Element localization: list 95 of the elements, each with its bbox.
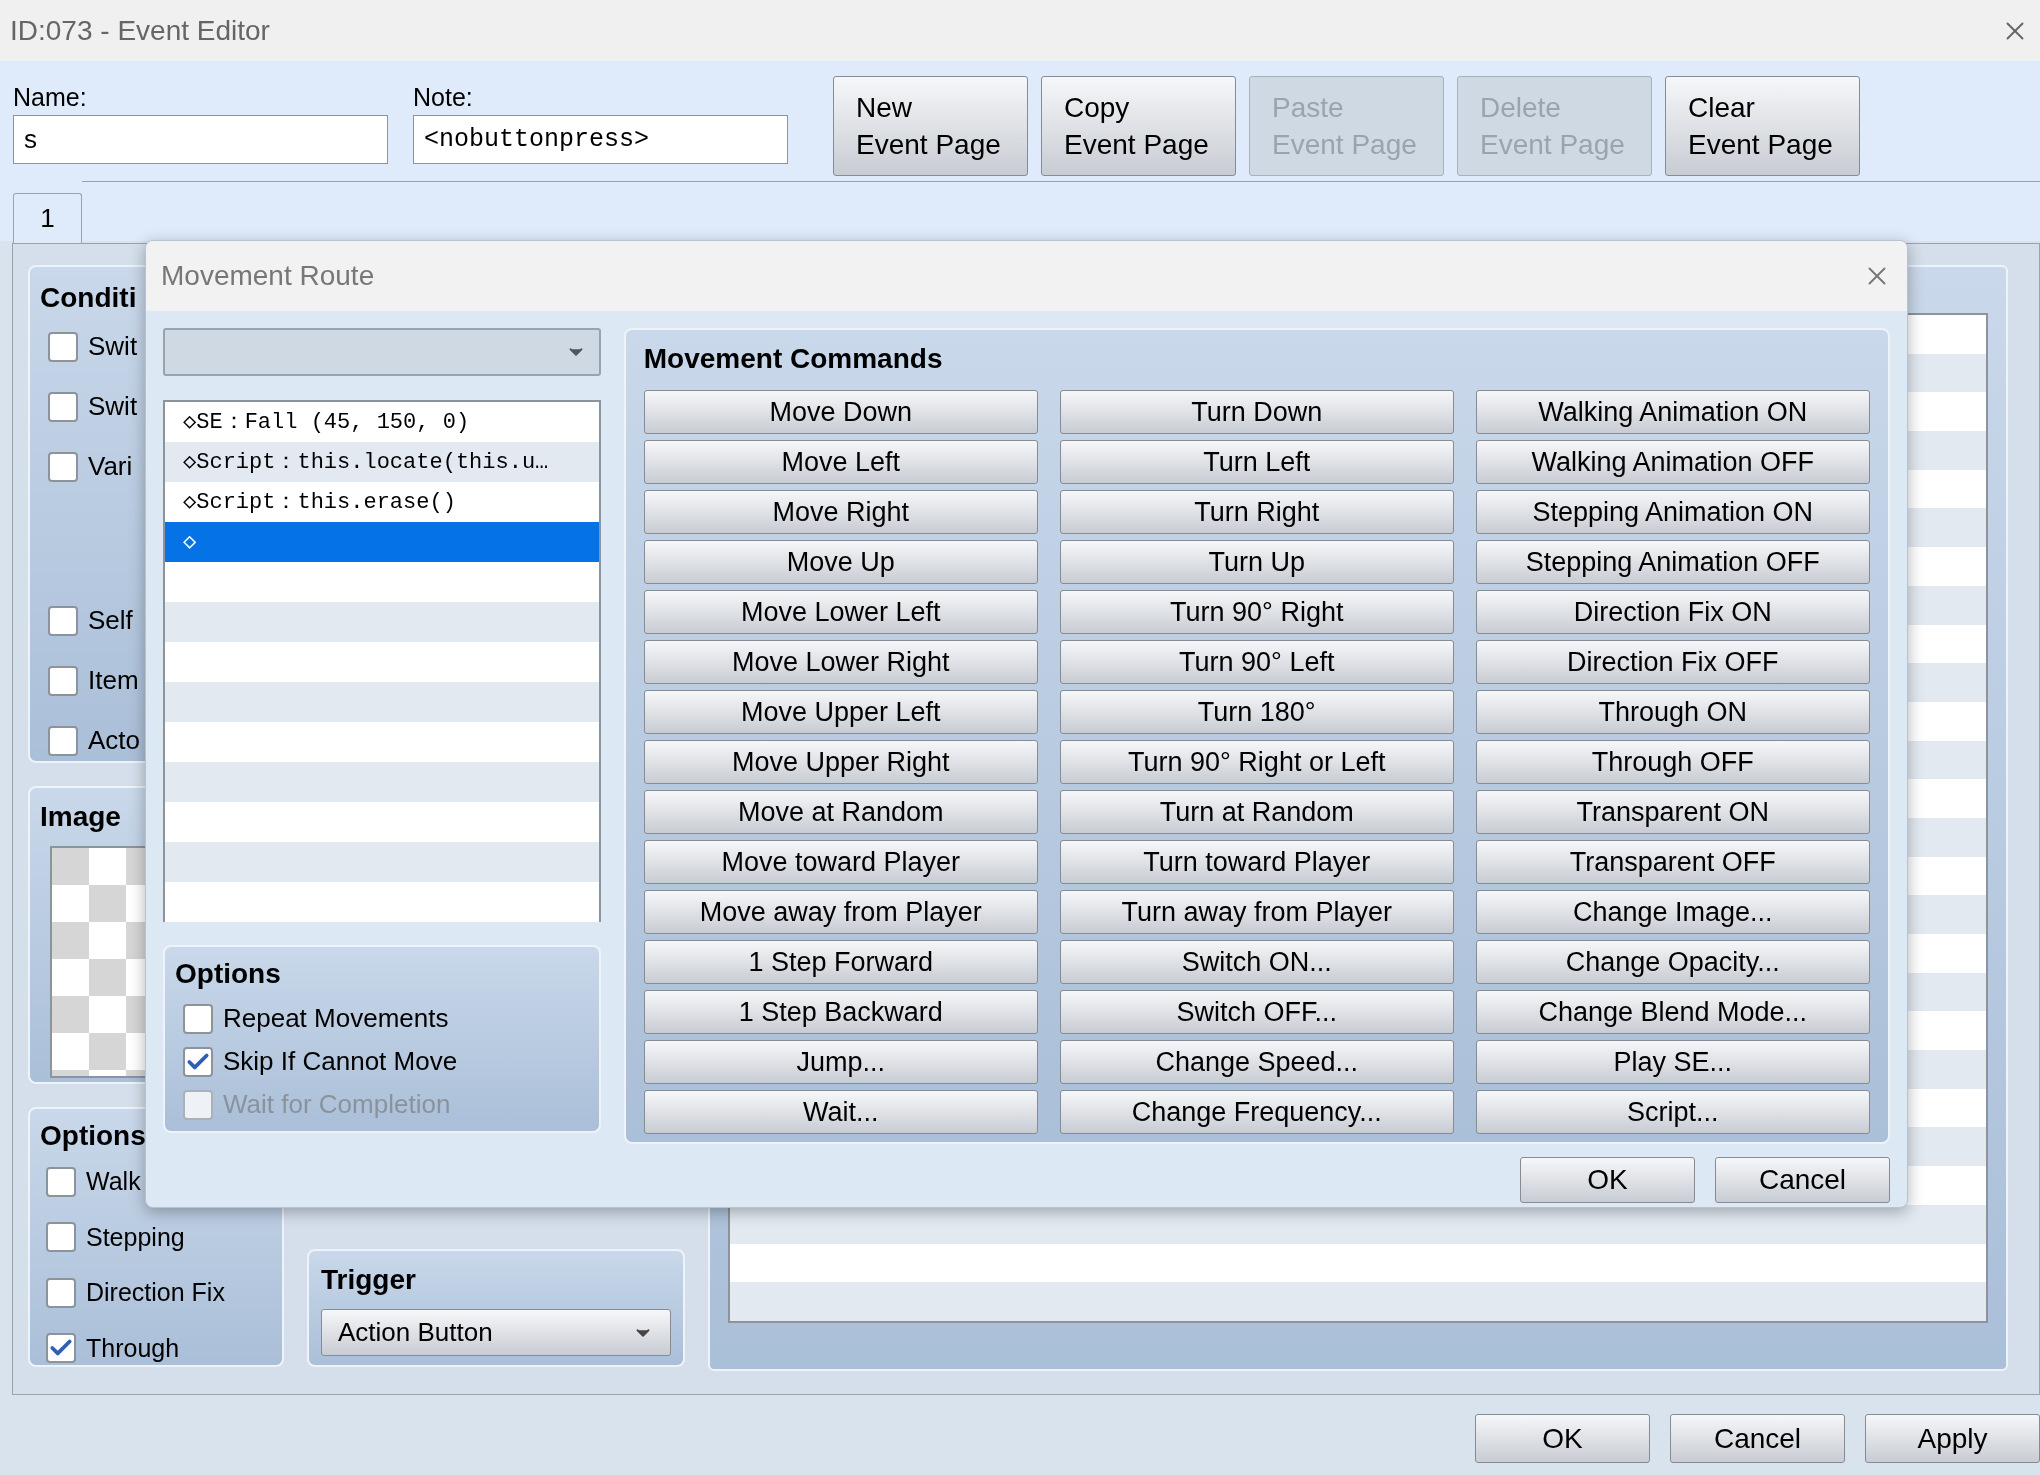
- command-button[interactable]: Walking Animation OFF: [1475, 440, 1870, 484]
- command-button[interactable]: Turn Right: [1059, 490, 1454, 534]
- command-button[interactable]: Switch ON...: [1059, 940, 1454, 984]
- command-button[interactable]: Turn at Random: [1059, 790, 1454, 834]
- checkbox-label: Wait for Completion: [223, 1088, 451, 1121]
- command-button[interactable]: Change Frequency...: [1059, 1090, 1454, 1134]
- panel-title: Trigger: [321, 1263, 417, 1297]
- command-button[interactable]: Turn away from Player: [1059, 890, 1454, 934]
- checkbox[interactable]: [46, 1333, 76, 1364]
- command-button[interactable]: Script...: [1475, 1090, 1870, 1134]
- field-label: Name:: [13, 82, 88, 113]
- checkbox-label: Walk: [86, 1166, 141, 1197]
- panel-title: Movement Commands: [643, 342, 944, 376]
- checkbox-label: Repeat Movements: [223, 1002, 449, 1035]
- dialog-button[interactable]: OK: [1475, 1414, 1650, 1463]
- command-button[interactable]: Transparent OFF: [1475, 840, 1870, 884]
- command-button[interactable]: Turn Down: [1059, 390, 1454, 434]
- checkbox-label: Direction Fix: [86, 1277, 225, 1308]
- panel-title: Image: [40, 800, 121, 834]
- checkbox[interactable]: [48, 725, 78, 756]
- command-button[interactable]: Turn 90° Right or Left: [1059, 740, 1454, 784]
- command-button[interactable]: Turn Left: [1059, 440, 1454, 484]
- command-button[interactable]: Walking Animation ON: [1475, 390, 1870, 434]
- checkbox-label: Swit: [88, 390, 138, 423]
- checkbox[interactable]: [48, 391, 78, 422]
- checkbox-label: Swit: [88, 330, 138, 363]
- dialog-button[interactable]: Cancel: [1715, 1157, 1890, 1203]
- command-button[interactable]: Change Blend Mode...: [1475, 990, 1870, 1034]
- dialog-title: Movement Route: [161, 259, 375, 293]
- command-button[interactable]: Move Up: [643, 540, 1038, 584]
- panel-title: Options: [175, 957, 282, 991]
- command-button[interactable]: Change Speed...: [1059, 1040, 1454, 1084]
- checkbox-label: Item: [88, 664, 139, 697]
- target-dropdown[interactable]: [163, 328, 601, 376]
- route-command[interactable]: ◇Script：this.locate(this.u…: [165, 442, 599, 482]
- command-button[interactable]: Move at Random: [643, 790, 1038, 834]
- command-button[interactable]: Direction Fix OFF: [1475, 640, 1870, 684]
- page-tab[interactable]: 1: [13, 193, 82, 243]
- command-button[interactable]: Through OFF: [1475, 740, 1870, 784]
- checkbox-label: Vari: [88, 450, 133, 483]
- command-button[interactable]: Change Opacity...: [1475, 940, 1870, 984]
- field-label: Note:: [413, 82, 474, 113]
- dialog-button[interactable]: Cancel: [1670, 1414, 1845, 1463]
- checkbox-label: Acto: [88, 724, 141, 757]
- command-button[interactable]: Move Lower Right: [643, 640, 1038, 684]
- panel-title: Options: [40, 1119, 147, 1153]
- command-button[interactable]: Turn 90° Right: [1059, 590, 1454, 634]
- checkbox-label: Stepping: [86, 1221, 185, 1253]
- checkbox-label: Self: [88, 604, 133, 637]
- command-button[interactable]: Move Left: [643, 440, 1038, 484]
- checkbox[interactable]: [48, 451, 78, 482]
- command-button[interactable]: 1 Step Backward: [643, 990, 1038, 1034]
- dialog-button[interactable]: Apply: [1865, 1414, 2040, 1463]
- command-button[interactable]: Stepping Animation ON: [1475, 490, 1870, 534]
- route-command[interactable]: ◇: [165, 522, 599, 562]
- command-button[interactable]: Move toward Player: [643, 840, 1038, 884]
- command-button[interactable]: Direction Fix ON: [1475, 590, 1870, 634]
- checkbox[interactable]: [48, 605, 78, 636]
- trigger-dropdown[interactable]: Action Button: [321, 1309, 671, 1356]
- checkbox[interactable]: [48, 331, 78, 362]
- command-button[interactable]: Move Down: [643, 390, 1038, 434]
- command-button[interactable]: Turn toward Player: [1059, 840, 1454, 884]
- checkbox[interactable]: [46, 1166, 76, 1197]
- window-title: ID:073 - Event Editor: [10, 13, 270, 48]
- command-button[interactable]: Move Upper Left: [643, 690, 1038, 734]
- command-button[interactable]: Move Upper Right: [643, 740, 1038, 784]
- event-page-button[interactable]: Copy Event Page: [1041, 76, 1236, 176]
- command-button[interactable]: Play SE...: [1475, 1040, 1870, 1084]
- checkbox-label: Through: [86, 1332, 180, 1364]
- dialog-button[interactable]: OK: [1520, 1157, 1695, 1203]
- command-button[interactable]: Move Lower Left: [643, 590, 1038, 634]
- command-button[interactable]: Change Image...: [1475, 890, 1870, 934]
- panel-title: Conditi: [40, 281, 137, 315]
- command-button[interactable]: Turn 180°: [1059, 690, 1454, 734]
- checkbox[interactable]: [183, 1003, 213, 1034]
- command-button[interactable]: Through ON: [1475, 690, 1870, 734]
- checkbox[interactable]: [46, 1222, 76, 1253]
- command-button[interactable]: Stepping Animation OFF: [1475, 540, 1870, 584]
- command-button[interactable]: Move Right: [643, 490, 1038, 534]
- command-button[interactable]: Move away from Player: [643, 890, 1038, 934]
- checkbox[interactable]: [48, 665, 78, 696]
- checkbox[interactable]: [46, 1277, 76, 1308]
- command-button[interactable]: Switch OFF...: [1059, 990, 1454, 1034]
- command-button[interactable]: Turn 90° Left: [1059, 640, 1454, 684]
- note-field[interactable]: <nobuttonpress>: [413, 115, 788, 164]
- command-button[interactable]: 1 Step Forward: [643, 940, 1038, 984]
- command-button[interactable]: Wait...: [643, 1090, 1038, 1134]
- event-page-button[interactable]: New Event Page: [833, 76, 1028, 176]
- command-button[interactable]: Turn Up: [1059, 540, 1454, 584]
- event-page-button[interactable]: Clear Event Page: [1665, 76, 1860, 176]
- checkbox-label: Skip If Cannot Move: [223, 1045, 458, 1078]
- command-button[interactable]: Transparent ON: [1475, 790, 1870, 834]
- name-field[interactable]: s: [13, 115, 388, 164]
- command-button[interactable]: Jump...: [643, 1040, 1038, 1084]
- checkbox[interactable]: [183, 1046, 213, 1077]
